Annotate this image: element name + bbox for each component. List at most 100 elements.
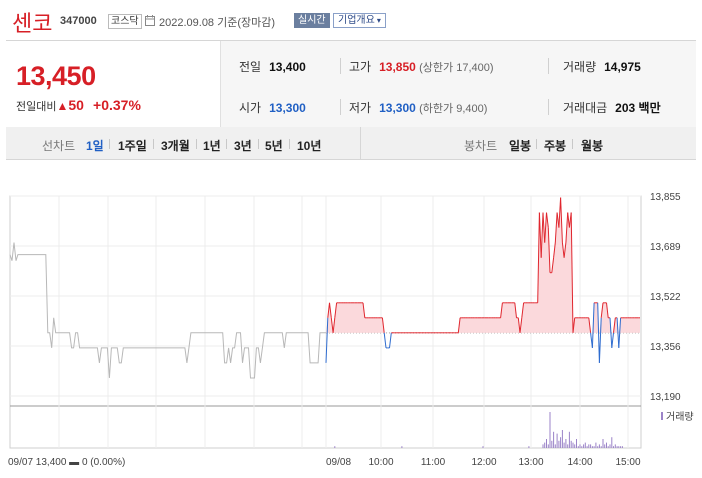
price-chart[interactable]: 13,855 13,689 13,522 13,356 13,190 거래량 09/07 1… <box>0 186 702 478</box>
volume-legend-swatch <box>661 412 663 420</box>
company-overview-button[interactable]: 기업개요 ▾ <box>333 13 386 28</box>
period-1y[interactable]: 1년 <box>203 137 221 154</box>
period-10y[interactable]: 10년 <box>297 137 321 154</box>
current-price-box: 13,450 전일대비▲50 +0.37% <box>6 41 221 128</box>
volume-bar <box>593 446 595 448</box>
low-label: 저가 <box>349 101 372 115</box>
volume-bar <box>549 412 551 448</box>
y-tick-label: 13,522 <box>650 292 681 303</box>
volume-bar <box>602 439 604 448</box>
volume-bar <box>611 437 613 448</box>
volume-bar <box>334 446 336 448</box>
chevron-down-icon: ▾ <box>376 16 381 25</box>
volume-legend: 거래량 <box>666 411 694 423</box>
volume-bar <box>614 444 616 448</box>
prev-close-value: 13,400 <box>269 60 306 74</box>
volume-bar <box>583 444 585 448</box>
volume-bar <box>606 442 607 448</box>
volume-bar <box>570 440 572 448</box>
current-price: 13,450 <box>16 61 96 91</box>
open-value: 13,300 <box>269 101 306 115</box>
volume-bar <box>528 446 530 448</box>
volume-bar <box>542 444 544 448</box>
divider <box>226 139 227 149</box>
volume-bar <box>567 444 569 448</box>
volume-bar <box>581 446 583 448</box>
volume-bar <box>556 433 558 448</box>
x-tick-label: 15:00 <box>615 457 640 468</box>
volume-bar <box>554 444 556 448</box>
x-tick-label: 14:00 <box>567 457 592 468</box>
period-3m[interactable]: 3개월 <box>161 137 190 154</box>
realtime-button[interactable]: 실시간 <box>294 13 330 28</box>
stock-code: 347000 <box>60 15 97 27</box>
trade-amount: 거래대금 203 백만 <box>563 99 661 116</box>
stock-header: 센코 347000 코스닥 2022.09.08 기준(장마감) 실시간 기업개… <box>0 0 702 40</box>
candle-chart-label: 봉차트 <box>464 139 498 153</box>
price-fill-up <box>326 197 640 333</box>
volume: 거래량 14,975 <box>563 58 641 75</box>
period-1w[interactable]: 1주일 <box>118 137 147 154</box>
x-tick-label: 10:00 <box>368 457 393 468</box>
volume-bar <box>613 446 614 448</box>
x-tick-label: 12:00 <box>471 457 496 468</box>
info-grid: 전일 13,400 고가 13,850 (상한가 17,400) 거래량 14,975… <box>221 41 696 128</box>
divider <box>548 58 549 74</box>
x-tick-label: 13:00 <box>518 457 543 468</box>
volume-bar <box>558 440 560 448</box>
volume-bar <box>590 444 592 448</box>
volume-bar <box>561 430 563 448</box>
divider <box>572 139 573 149</box>
y-tick-label: 13,855 <box>650 192 681 203</box>
volume-bar <box>604 444 606 448</box>
volume-bar <box>565 439 567 448</box>
volume-bar <box>482 446 484 448</box>
volume-bar <box>579 444 581 448</box>
high-price: 고가 13,850 (상한가 17,400) <box>349 58 494 75</box>
volume-bar <box>544 442 546 448</box>
bar-divider <box>360 127 361 159</box>
period-3y[interactable]: 3년 <box>234 137 252 154</box>
volume-bar <box>595 442 597 448</box>
volume-bar <box>600 446 602 448</box>
volume-bar <box>547 444 549 448</box>
volume-bar <box>586 446 588 448</box>
y-tick-label: 13,190 <box>650 392 681 403</box>
divider <box>340 99 341 115</box>
divider <box>548 99 549 115</box>
volume-bar <box>621 446 623 448</box>
volume-bar <box>609 444 611 448</box>
volume-bar <box>584 442 586 448</box>
y-tick-label: 13,689 <box>650 242 681 253</box>
volume-label: 거래량 <box>563 60 597 74</box>
change-percent: +0.37% <box>93 97 141 113</box>
price-summary: 13,450 전일대비▲50 +0.37% 전일 13,400 고가 13,850 … <box>6 40 696 129</box>
volume-bar <box>616 446 618 448</box>
x-tick-label: 11:00 <box>421 457 446 468</box>
volume-bar <box>574 444 576 448</box>
volume-bar <box>588 444 590 448</box>
volume-bar <box>563 442 565 448</box>
line-chart-label: 선차트 <box>42 139 76 153</box>
period-1d[interactable]: 1일 <box>86 137 104 154</box>
period-5y[interactable]: 5년 <box>265 137 283 154</box>
market-badge: 코스닥 <box>108 14 142 29</box>
volume-bar <box>607 446 609 448</box>
high-value: 13,850 <box>379 60 416 74</box>
date-text: 2022.09.08 기준(장마감) <box>159 17 276 29</box>
high-label: 고가 <box>349 60 372 74</box>
candle-daily[interactable]: 일봉 <box>509 137 531 154</box>
volume-bar <box>546 439 547 448</box>
calendar-icon <box>145 15 155 26</box>
candle-weekly[interactable]: 주봉 <box>544 137 566 154</box>
prev-day-footer: 09/07 13,400 ▬ 0 (0.00%) <box>8 457 125 468</box>
previous-day-line <box>9 242 326 379</box>
up-arrow-icon: ▲ <box>56 99 69 113</box>
volume-bar <box>591 446 593 448</box>
amount-label: 거래대금 <box>563 101 608 115</box>
volume-bar <box>620 446 622 448</box>
divider <box>536 139 537 149</box>
candle-monthly[interactable]: 월봉 <box>581 137 603 154</box>
volume-bar <box>568 431 570 448</box>
volume-bar <box>577 446 579 448</box>
